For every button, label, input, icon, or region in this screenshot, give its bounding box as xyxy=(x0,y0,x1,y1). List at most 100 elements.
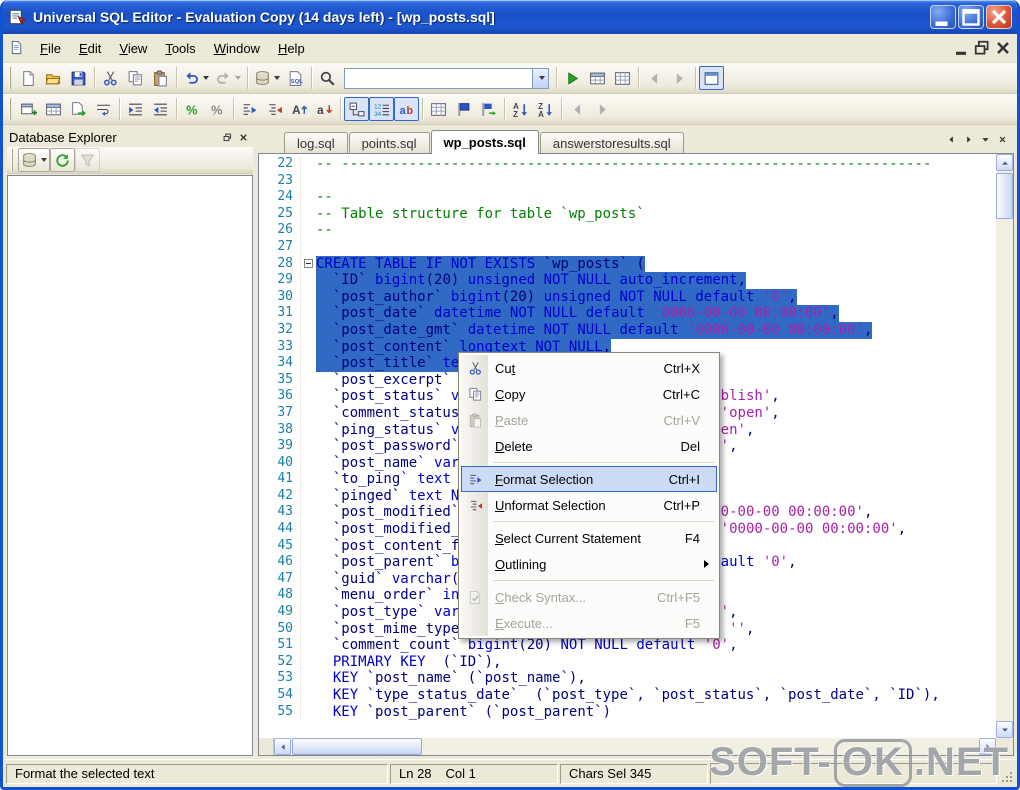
tab-scroll-left-button[interactable] xyxy=(943,132,959,147)
results-grid-button[interactable] xyxy=(610,66,635,90)
tab-points-sql[interactable]: points.sql xyxy=(349,132,430,153)
explorer-float-button[interactable] xyxy=(219,130,235,144)
explorer-close-button[interactable] xyxy=(235,130,251,144)
menu-file[interactable]: File xyxy=(31,37,70,60)
script-table-button[interactable] xyxy=(585,66,610,90)
context-copy[interactable]: CopyCtrl+C xyxy=(461,381,717,407)
save-file-button[interactable] xyxy=(66,66,91,90)
document-system-icon[interactable] xyxy=(9,40,27,56)
toggle-line-numbers-button[interactable]: 1234 xyxy=(369,97,394,121)
menu-edit[interactable]: Edit xyxy=(70,37,110,60)
menu-tools[interactable]: Tools xyxy=(156,37,204,60)
tab-log-sql[interactable]: log.sql xyxy=(284,132,348,153)
quick-search-combo-dropdown-button[interactable] xyxy=(532,69,548,88)
minimize-button[interactable] xyxy=(930,5,956,29)
context-outlining[interactable]: Outlining xyxy=(461,551,717,577)
code-line-25[interactable]: 25-- Table structure for table `wp_posts… xyxy=(259,206,996,223)
code-line-23[interactable]: 23 xyxy=(259,173,996,190)
titlebar[interactable]: Universal SQL Editor - Evaluation Copy (… xyxy=(3,0,1017,34)
quick-search-combo[interactable] xyxy=(344,68,549,89)
tab-close-button[interactable] xyxy=(994,132,1010,147)
context-delete[interactable]: DeleteDel xyxy=(461,433,717,459)
context-unformat-selection[interactable]: Unformat SelectionCtrl+P xyxy=(461,492,717,518)
new-file-button[interactable] xyxy=(16,66,41,90)
toggle-outlining-button[interactable] xyxy=(344,97,369,121)
vertical-scroll-thumb[interactable] xyxy=(996,173,1013,219)
results-pane-button[interactable] xyxy=(426,97,451,121)
code-line-55[interactable]: 55 KEY `post_parent` (`post_parent`) xyxy=(259,704,996,721)
refresh-button[interactable] xyxy=(50,148,75,172)
code-line-53[interactable]: 53 KEY `post_name` (`post_name`), xyxy=(259,670,996,687)
increase-indent-button[interactable] xyxy=(123,97,148,121)
sort-ascending-button[interactable]: AZ xyxy=(508,97,533,121)
undo-button[interactable] xyxy=(180,66,212,90)
scroll-down-button[interactable] xyxy=(996,721,1013,738)
vertical-scrollbar[interactable] xyxy=(996,154,1013,738)
code-line-28[interactable]: 28CREATE TABLE IF NOT EXISTS `wp_posts` … xyxy=(259,256,996,273)
format-selection-button[interactable] xyxy=(237,97,262,121)
context-paste[interactable]: PasteCtrl+V xyxy=(461,407,717,433)
execute-button[interactable] xyxy=(560,66,585,90)
copy-button[interactable] xyxy=(123,66,148,90)
menu-view[interactable]: View xyxy=(110,37,156,60)
explorer-tree[interactable] xyxy=(7,175,253,756)
redo-button[interactable] xyxy=(212,66,244,90)
uncomment-selection-button[interactable]: % xyxy=(205,97,230,121)
close-button[interactable] xyxy=(986,5,1012,29)
find-button[interactable] xyxy=(315,66,340,90)
lowercase-button[interactable]: a xyxy=(312,97,337,121)
cut-button[interactable] xyxy=(98,66,123,90)
previous-error-button[interactable] xyxy=(565,97,590,121)
scroll-left-button[interactable] xyxy=(274,738,291,755)
next-bookmark-button[interactable] xyxy=(476,97,501,121)
toolbar-gripper[interactable] xyxy=(9,98,12,120)
code-line-32[interactable]: 32 `post_date_gmt` datetime NOT NULL def… xyxy=(259,322,996,339)
code-line-54[interactable]: 54 KEY `type_status_date` (`post_type`, … xyxy=(259,687,996,704)
code-line-22[interactable]: 22-- -----------------------------------… xyxy=(259,156,996,173)
connect-database-button[interactable] xyxy=(251,66,283,90)
mdi-minimize-button[interactable] xyxy=(951,39,971,57)
menu-help[interactable]: Help xyxy=(269,37,314,60)
toolbar-gripper[interactable] xyxy=(9,67,12,89)
maximize-button[interactable] xyxy=(958,5,984,29)
tab-scroll-right-button[interactable] xyxy=(960,132,976,147)
toggle-output-button[interactable] xyxy=(699,66,724,90)
collapse-icon[interactable] xyxy=(304,259,313,268)
export-results-button[interactable] xyxy=(66,97,91,121)
toolbar-gripper[interactable] xyxy=(11,149,14,171)
mdi-close-button[interactable] xyxy=(993,39,1013,57)
code-line-30[interactable]: 30 `post_author` bigint(20) unsigned NOT… xyxy=(259,289,996,306)
code-line-26[interactable]: 26-- xyxy=(259,222,996,239)
code-line-31[interactable]: 31 `post_date` datetime NOT NULL default… xyxy=(259,305,996,322)
comment-selection-button[interactable]: % xyxy=(180,97,205,121)
unformat-selection-button[interactable] xyxy=(262,97,287,121)
previous-result-button[interactable] xyxy=(642,66,667,90)
script-create-button[interactable] xyxy=(16,97,41,121)
code-line-51[interactable]: 51 `comment_count` bigint(20) NOT NULL d… xyxy=(259,637,996,654)
new-query-button[interactable]: SQL xyxy=(283,66,308,90)
sort-descending-button[interactable]: ZA xyxy=(533,97,558,121)
context-cut[interactable]: CutCtrl+X xyxy=(461,355,717,381)
word-wrap-button[interactable] xyxy=(91,97,116,121)
app-icon[interactable] xyxy=(9,8,27,26)
open-table-button[interactable] xyxy=(41,97,66,121)
split-handle[interactable] xyxy=(259,738,274,755)
context-select-current-statement[interactable]: Select Current StatementF4 xyxy=(461,525,717,551)
connect-button[interactable] xyxy=(18,148,50,172)
filter-button[interactable] xyxy=(75,148,100,172)
context-format-selection[interactable]: Format SelectionCtrl+I xyxy=(461,466,717,492)
next-error-button[interactable] xyxy=(590,97,615,121)
uppercase-button[interactable]: A xyxy=(287,97,312,121)
mdi-restore-button[interactable] xyxy=(972,39,992,57)
tab-list-button[interactable] xyxy=(977,132,993,147)
horizontal-scroll-thumb[interactable] xyxy=(292,738,422,755)
code-line-24[interactable]: 24-- xyxy=(259,189,996,206)
tab-answerstoresults-sql[interactable]: answerstoresults.sql xyxy=(540,132,684,153)
next-result-button[interactable] xyxy=(667,66,692,90)
code-line-29[interactable]: 29 `ID` bigint(20) unsigned NOT NULL aut… xyxy=(259,272,996,289)
context-check-syntax[interactable]: Check Syntax...Ctrl+F5 xyxy=(461,584,717,610)
code-line-27[interactable]: 27 xyxy=(259,239,996,256)
code-line-52[interactable]: 52 PRIMARY KEY (`ID`), xyxy=(259,654,996,671)
menu-window[interactable]: Window xyxy=(205,37,269,60)
tab-wp_posts-sql[interactable]: wp_posts.sql xyxy=(431,130,539,154)
